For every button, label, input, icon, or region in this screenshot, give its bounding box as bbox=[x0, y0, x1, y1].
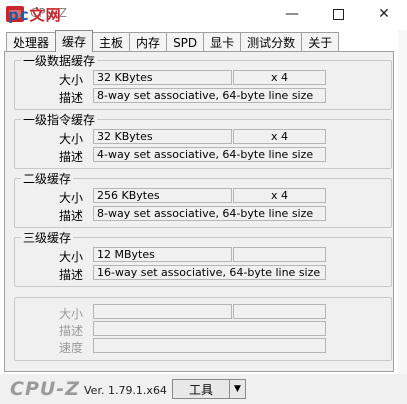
ways-value: x 4 bbox=[233, 188, 326, 203]
group-title: 二级缓存 bbox=[21, 170, 74, 187]
ways-value: x 4 bbox=[233, 129, 326, 144]
l1-data-cache-group: 一级数据缓存 大小 32 KBytes x 4 描述 8-way set ass… bbox=[14, 52, 392, 110]
tab-bar: 处理器 缓存 主板 内存 SPD 显卡 测试分数 关于 bbox=[6, 30, 340, 52]
description-label: 描述 bbox=[58, 268, 83, 282]
size-label: 大小 bbox=[58, 132, 83, 146]
cache-panel: 一级数据缓存 大小 32 KBytes x 4 描述 8-way set ass… bbox=[4, 51, 394, 372]
tab-about[interactable]: 关于 bbox=[301, 32, 340, 52]
minimize-button[interactable]: — bbox=[269, 0, 315, 28]
tab-bench[interactable]: 测试分数 bbox=[240, 32, 303, 52]
maximize-button[interactable] bbox=[315, 0, 361, 28]
tab-cache[interactable]: 缓存 bbox=[55, 30, 94, 52]
size-value: 32 KBytes bbox=[93, 70, 232, 85]
description-value: 16-way set associative, 64-byte line siz… bbox=[93, 265, 326, 280]
size-value: 256 KBytes bbox=[93, 188, 232, 203]
watermark-accent: 文网 bbox=[29, 6, 62, 24]
l1-instruction-cache-group: 一级指令缓存 大小 32 KBytes x 4 描述 4-way set ass… bbox=[14, 111, 392, 169]
window-edge bbox=[398, 30, 407, 374]
size-label: 大小 bbox=[58, 250, 83, 264]
tab-memory[interactable]: 内存 bbox=[129, 32, 168, 52]
tab-graphics[interactable]: 显卡 bbox=[203, 32, 242, 52]
tools-button[interactable]: 工具 bbox=[172, 379, 230, 399]
tools-dropdown-arrow-icon[interactable]: ▼ bbox=[230, 379, 246, 399]
cpu-z-logo: CPU-Z bbox=[10, 378, 80, 400]
watermark-text: pc bbox=[8, 6, 30, 24]
size-value: 32 KBytes bbox=[93, 129, 232, 144]
ways-value bbox=[233, 247, 326, 262]
description-value: 8-way set associative, 64-byte line size bbox=[93, 206, 326, 221]
size-label: 大小 bbox=[58, 307, 83, 321]
size-value: 12 MBytes bbox=[93, 247, 232, 262]
description-value bbox=[93, 321, 326, 336]
tab-processor[interactable]: 处理器 bbox=[6, 32, 57, 52]
size-value bbox=[93, 304, 232, 319]
version-text: Ver. 1.79.1.x64 bbox=[84, 384, 167, 397]
group-title: 一级指令缓存 bbox=[21, 111, 98, 128]
ways-value bbox=[233, 304, 326, 319]
description-label: 描述 bbox=[58, 324, 83, 338]
watermark-logo: pc文网 bbox=[8, 4, 62, 25]
l4-cache-group: 大小 描述 速度 bbox=[14, 297, 392, 361]
title-bar: CPU-Z pc文网 — ✕ bbox=[0, 0, 407, 28]
size-label: 大小 bbox=[58, 191, 83, 205]
description-label: 描述 bbox=[58, 150, 83, 164]
group-title: 一级数据缓存 bbox=[21, 52, 98, 69]
speed-value bbox=[93, 338, 326, 353]
size-label: 大小 bbox=[58, 73, 83, 87]
ways-value: x 4 bbox=[233, 70, 326, 85]
l3-cache-group: 三级缓存 大小 12 MBytes 描述 16-way set associat… bbox=[14, 229, 392, 287]
l2-cache-group: 二级缓存 大小 256 KBytes x 4 描述 8-way set asso… bbox=[14, 170, 392, 228]
description-value: 8-way set associative, 64-byte line size bbox=[93, 88, 326, 103]
close-button[interactable]: ✕ bbox=[361, 0, 407, 28]
tab-spd[interactable]: SPD bbox=[166, 32, 205, 52]
description-label: 描述 bbox=[58, 209, 83, 223]
description-value: 4-way set associative, 64-byte line size bbox=[93, 147, 326, 162]
tab-mainboard[interactable]: 主板 bbox=[92, 32, 131, 52]
maximize-icon bbox=[332, 8, 344, 20]
group-title: 三级缓存 bbox=[21, 229, 74, 246]
footer-bar: CPU-Z Ver. 1.79.1.x64 工具 ▼ bbox=[0, 374, 407, 404]
description-label: 描述 bbox=[58, 91, 83, 105]
speed-label: 速度 bbox=[58, 341, 83, 355]
